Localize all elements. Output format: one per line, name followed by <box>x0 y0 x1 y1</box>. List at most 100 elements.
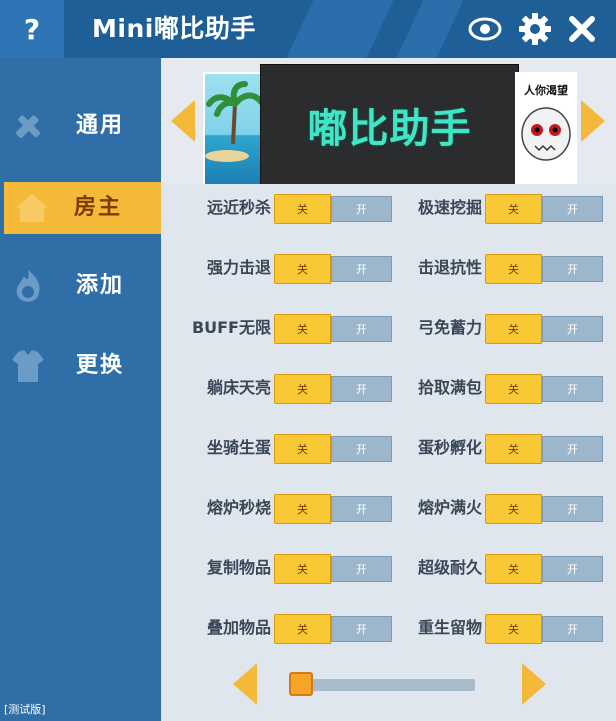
feature-label: 蛋秒孵化 <box>417 438 482 457</box>
feature-row: 熔炉满火 关 开 <box>386 494 606 524</box>
toggle-off-button[interactable]: 关 <box>274 254 331 284</box>
feature-label: BUFF无限 <box>191 318 271 337</box>
feature-label: 重生留物 <box>417 618 482 637</box>
feature-label: 极速挖掘 <box>417 198 482 217</box>
toggle-off-button[interactable]: 关 <box>274 614 331 644</box>
feature-row: 坐骑生蛋 关 开 <box>175 434 395 464</box>
toggle-on-button[interactable]: 开 <box>331 556 392 582</box>
feature-toggle[interactable]: 关 开 <box>485 614 603 644</box>
sidebar-item-add[interactable]: 添加 <box>0 260 161 312</box>
eye-icon[interactable] <box>466 10 504 48</box>
toggle-on-button[interactable]: 开 <box>542 196 603 222</box>
feature-label: 坐骑生蛋 <box>206 438 271 457</box>
toggle-on-button[interactable]: 开 <box>331 616 392 642</box>
feature-label: 超级耐久 <box>417 558 482 577</box>
toggle-on-button[interactable]: 开 <box>542 376 603 402</box>
sidebar-item-label: 通用 <box>76 113 125 138</box>
page-slider-track[interactable] <box>291 679 475 691</box>
feature-row: 熔炉秒烧 关 开 <box>175 494 395 524</box>
toggle-on-button[interactable]: 开 <box>331 196 392 222</box>
feature-toggle[interactable]: 关 开 <box>485 374 603 404</box>
toggle-on-button[interactable]: 开 <box>331 436 392 462</box>
feature-row: 重生留物 关 开 <box>386 614 606 644</box>
feature-toggle[interactable]: 关 开 <box>274 434 392 464</box>
app-title: Mini嘟比助手 <box>92 14 256 43</box>
feature-toggle[interactable]: 关 开 <box>274 254 392 284</box>
banner-thumbnail-caption: 人你渴望 <box>524 84 568 97</box>
toggle-off-button[interactable]: 关 <box>274 314 331 344</box>
toggle-on-button[interactable]: 开 <box>331 256 392 282</box>
toggle-off-button[interactable]: 关 <box>274 494 331 524</box>
sidebar-item-replace[interactable]: 更换 <box>0 340 161 392</box>
feature-label: 复制物品 <box>206 558 271 577</box>
feature-row: 超级耐久 关 开 <box>386 554 606 584</box>
toggle-on-button[interactable]: 开 <box>331 376 392 402</box>
feature-toggle[interactable]: 关 开 <box>274 614 392 644</box>
feature-toggle[interactable]: 关 开 <box>485 494 603 524</box>
feature-row: 强力击退 关 开 <box>175 254 395 284</box>
app-window: ? Mini嘟比助手 通用 房主 添加 更换 [测试版] 嘟比助手 人你渴望 远… <box>0 0 616 721</box>
feature-label: 熔炉满火 <box>417 498 482 517</box>
feature-toggle[interactable]: 关 开 <box>485 554 603 584</box>
feature-label: 躺床天亮 <box>206 378 271 397</box>
banner-thumbnail-character[interactable]: 人你渴望 <box>515 72 577 184</box>
toggle-off-button[interactable]: 关 <box>274 374 331 404</box>
page-next-arrow-icon[interactable] <box>522 663 546 705</box>
shirt-icon <box>8 346 48 386</box>
feature-label: 叠加物品 <box>206 618 271 637</box>
feature-toggle[interactable]: 关 开 <box>274 314 392 344</box>
feature-toggle[interactable]: 关 开 <box>485 434 603 464</box>
page-prev-arrow-icon[interactable] <box>233 663 257 705</box>
close-icon[interactable] <box>563 10 601 48</box>
page-slider-handle[interactable] <box>289 672 313 696</box>
feature-row: 复制物品 关 开 <box>175 554 395 584</box>
toggle-off-button[interactable]: 关 <box>274 554 331 584</box>
toggle-off-button[interactable]: 关 <box>485 254 542 284</box>
feature-toggle[interactable]: 关 开 <box>274 374 392 404</box>
toggle-off-button[interactable]: 关 <box>485 494 542 524</box>
gear-icon[interactable] <box>516 10 554 48</box>
feature-label: 远近秒杀 <box>206 198 271 217</box>
header-decoration <box>286 0 394 58</box>
banner-image-main[interactable]: 嘟比助手 <box>260 64 519 184</box>
title-bar: ? Mini嘟比助手 <box>0 0 616 58</box>
toggle-on-button[interactable]: 开 <box>542 556 603 582</box>
toggle-off-button[interactable]: 关 <box>274 194 331 224</box>
wrench-pencil-icon <box>8 106 48 146</box>
toggle-off-button[interactable]: 关 <box>485 434 542 464</box>
house-icon <box>12 188 52 228</box>
feature-toggle[interactable]: 关 开 <box>485 194 603 224</box>
toggle-on-button[interactable]: 开 <box>542 496 603 522</box>
toggle-on-button[interactable]: 开 <box>542 256 603 282</box>
toggle-on-button[interactable]: 开 <box>542 616 603 642</box>
banner-prev-arrow-icon[interactable] <box>171 100 195 142</box>
feature-toggle[interactable]: 关 开 <box>274 194 392 224</box>
main-panel: 嘟比助手 人你渴望 远近秒杀 关 开 极速挖掘 关 开 强力击退 关 开 击退抗… <box>161 58 616 721</box>
feature-toggle[interactable]: 关 开 <box>274 494 392 524</box>
feature-toggle[interactable]: 关 开 <box>485 254 603 284</box>
feature-toggle[interactable]: 关 开 <box>485 314 603 344</box>
feature-toggle[interactable]: 关 开 <box>274 554 392 584</box>
toggle-off-button[interactable]: 关 <box>274 434 331 464</box>
sidebar-item-host[interactable]: 房主 <box>4 182 166 234</box>
toggle-off-button[interactable]: 关 <box>485 614 542 644</box>
toggle-off-button[interactable]: 关 <box>485 554 542 584</box>
banner-title: 嘟比助手 <box>307 105 472 152</box>
toggle-off-button[interactable]: 关 <box>485 374 542 404</box>
toggle-off-button[interactable]: 关 <box>485 194 542 224</box>
toggle-off-button[interactable]: 关 <box>485 314 542 344</box>
toggle-on-button[interactable]: 开 <box>542 316 603 342</box>
toggle-on-button[interactable]: 开 <box>331 496 392 522</box>
banner-thumbnail-island[interactable] <box>203 72 265 184</box>
feature-label: 强力击退 <box>206 258 271 277</box>
sidebar-item-general[interactable]: 通用 <box>0 100 161 152</box>
toggle-on-button[interactable]: 开 <box>542 436 603 462</box>
feature-row: 躺床天亮 关 开 <box>175 374 395 404</box>
banner-carousel: 嘟比助手 人你渴望 <box>161 58 616 184</box>
toggle-on-button[interactable]: 开 <box>331 316 392 342</box>
banner-next-arrow-icon[interactable] <box>581 100 605 142</box>
help-button[interactable]: ? <box>0 0 64 58</box>
plus-flame-icon <box>8 266 48 306</box>
version-label: [测试版] <box>4 703 46 716</box>
header-decoration <box>396 0 464 58</box>
